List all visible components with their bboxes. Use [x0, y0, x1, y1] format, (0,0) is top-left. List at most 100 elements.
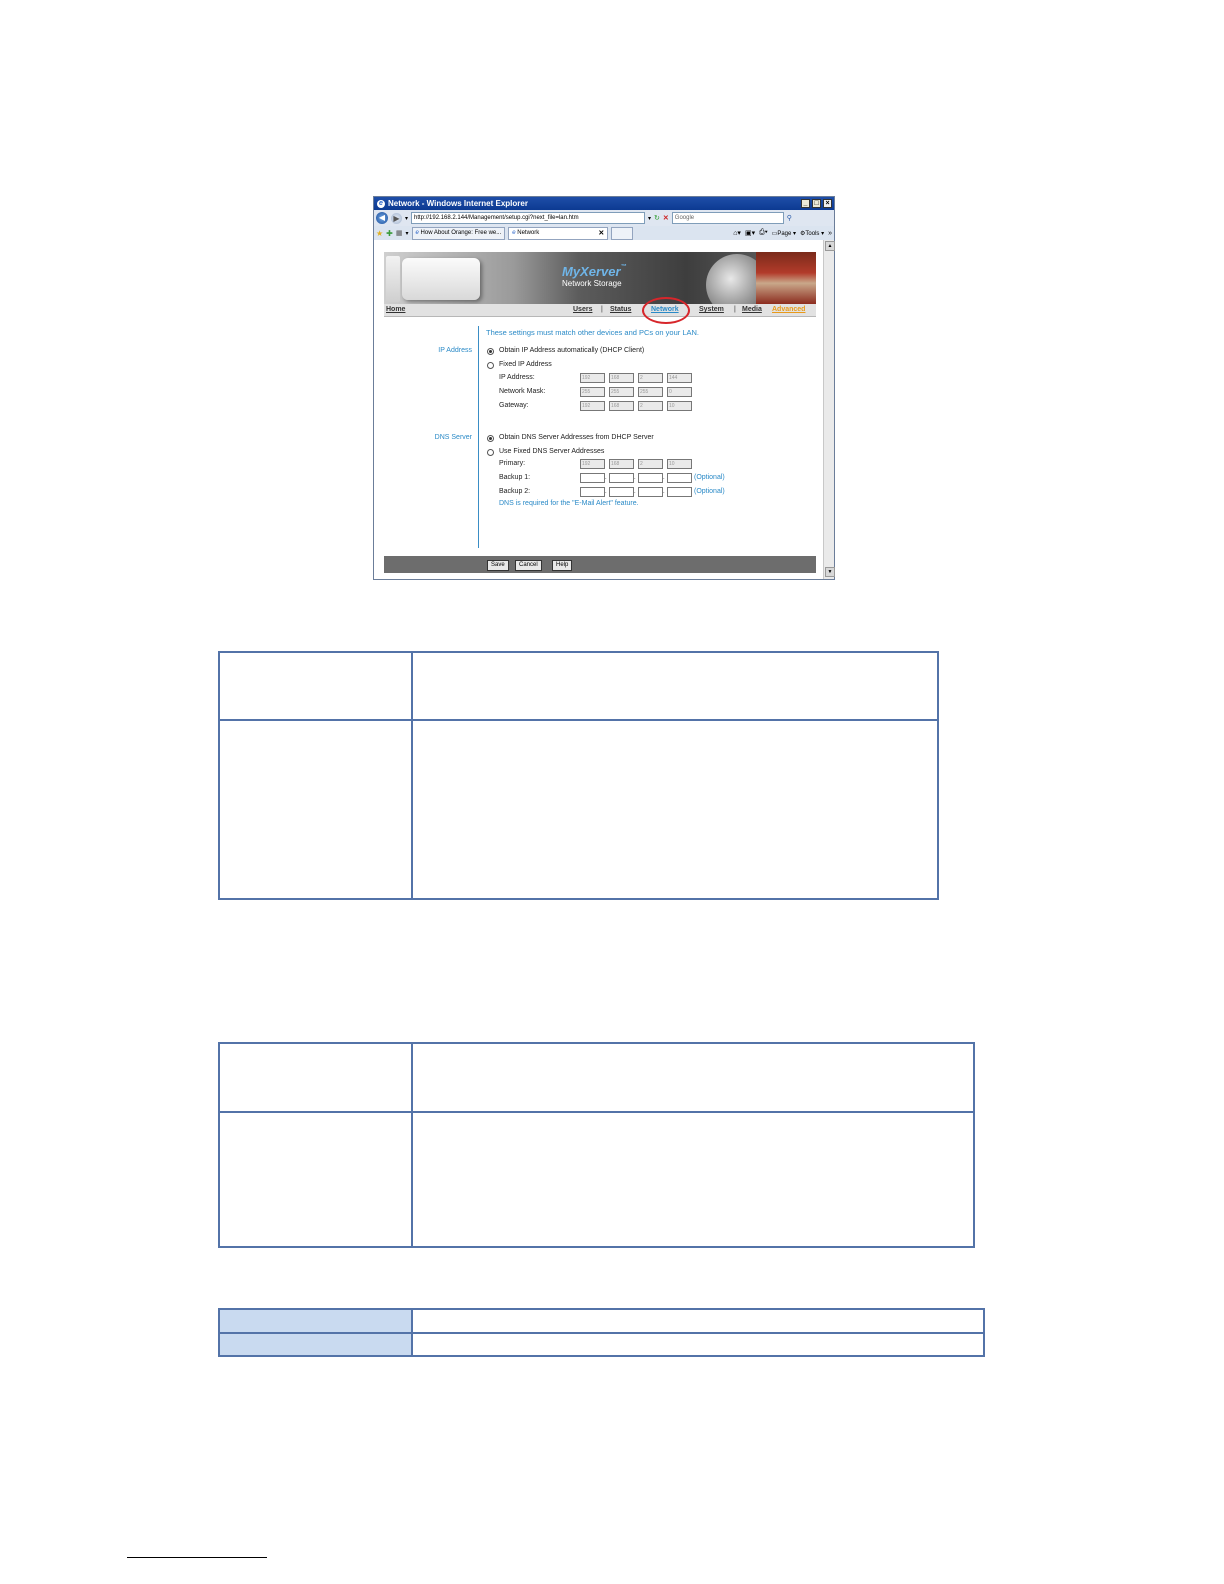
doc-table-2: [218, 1042, 975, 1248]
device-side-image: [386, 256, 400, 302]
tab-network[interactable]: e Network ✕: [508, 226, 609, 240]
octet-dot: .: [634, 475, 636, 481]
nav-users[interactable]: Users: [573, 306, 592, 313]
command-bar: ⌂▾ ▣▾ ⎙▾ ▭Page ▾ ⚙Tools ▾ »: [733, 229, 832, 237]
search-input[interactable]: Google: [671, 212, 784, 224]
ie-logo-icon: e: [377, 199, 385, 208]
title-bar: e Network - Windows Internet Explorer _ …: [374, 197, 834, 210]
footnote-rule: [127, 1557, 267, 1558]
refresh-icon[interactable]: ↻: [654, 214, 660, 222]
ip-fixed-label: Fixed IP Address: [499, 361, 552, 368]
backup1-dns-octet-3[interactable]: [638, 473, 663, 483]
tab-list-icon[interactable]: ▾: [406, 230, 409, 237]
browser-window: e Network - Windows Internet Explorer _ …: [373, 196, 835, 580]
backup1-dns-octet-1[interactable]: [580, 473, 605, 483]
nav-system[interactable]: System: [699, 306, 724, 313]
backup2-dns-octet-2[interactable]: [609, 487, 634, 497]
nav-media[interactable]: Media: [742, 306, 762, 313]
ip-auto-label: Obtain IP Address automatically (DHCP Cl…: [499, 347, 645, 354]
quick-tabs-icon[interactable]: ▦: [396, 229, 403, 237]
backup1-dns-octet-4[interactable]: [667, 473, 692, 483]
ip-address-section-label: IP Address: [438, 347, 472, 354]
scroll-up-icon[interactable]: ▲: [825, 241, 835, 251]
help-button[interactable]: Help: [552, 560, 573, 571]
nav-menu: Home Users | Status Network System | Med…: [384, 304, 816, 317]
primary-dns-octet-3[interactable]: 2: [638, 459, 663, 469]
brand-tm: ™: [620, 264, 627, 270]
ip-octet-3[interactable]: 2: [638, 373, 663, 383]
primary-dns-octet-2[interactable]: 168: [609, 459, 634, 469]
table-cell: [411, 1308, 985, 1334]
page-menu[interactable]: ▭Page ▾: [772, 230, 796, 237]
highlight-circle: [642, 297, 690, 324]
ip-octet-2[interactable]: 168: [609, 373, 634, 383]
home-icon[interactable]: ⌂▾: [733, 229, 741, 237]
nas-device-image: [402, 258, 480, 300]
backup1-dns-octet-2[interactable]: [609, 473, 634, 483]
chevron-more-icon[interactable]: »: [828, 230, 832, 237]
backup1-dns-label: Backup 1:: [499, 474, 531, 481]
gateway-octet-4[interactable]: 10: [667, 401, 692, 411]
gateway-octet-3[interactable]: 2: [638, 401, 663, 411]
dns-fixed-radio[interactable]: [487, 449, 494, 456]
backup2-dns-octet-1[interactable]: [580, 487, 605, 497]
cancel-button[interactable]: Cancel: [515, 560, 542, 571]
backup2-dns-octet-4[interactable]: [667, 487, 692, 497]
nav-status[interactable]: Status: [610, 306, 631, 313]
stop-icon[interactable]: ✕: [663, 214, 669, 222]
primary-dns-octet-1[interactable]: 192: [580, 459, 605, 469]
close-window-button[interactable]: ×: [823, 199, 832, 208]
tab-network-label: Network: [517, 229, 540, 236]
doc-table-1: [218, 651, 939, 900]
close-tab-icon[interactable]: ✕: [598, 228, 604, 239]
ip-auto-radio[interactable]: [487, 348, 494, 355]
print-icon[interactable]: ⎙▾: [759, 229, 768, 237]
footer-button-bar: Save Cancel Help: [384, 556, 816, 573]
ip-field-label: IP Address:: [499, 374, 535, 381]
url-field[interactable]: http://192.168.2.144/Management/setup.cg…: [411, 212, 646, 224]
ip-fixed-radio[interactable]: [487, 362, 494, 369]
dns-server-section-label: DNS Server: [434, 434, 472, 441]
nav-separator: |: [734, 306, 736, 313]
intro-text: These settings must match other devices …: [486, 328, 700, 337]
mask-octet-1[interactable]: 255: [580, 387, 605, 397]
octet-dot: .: [605, 489, 607, 495]
back-arrow-icon[interactable]: ◀: [376, 212, 388, 224]
nav-advanced[interactable]: Advanced: [772, 306, 805, 313]
maximize-button[interactable]: □: [812, 199, 821, 208]
dns-auto-radio[interactable]: [487, 435, 494, 442]
search-icon[interactable]: ⚲: [787, 214, 792, 222]
feeds-icon[interactable]: ▣▾: [745, 229, 755, 237]
table-cell: [218, 1042, 413, 1113]
mask-octet-3[interactable]: 255: [638, 387, 663, 397]
mask-octet-2[interactable]: 255: [609, 387, 634, 397]
new-tab-button[interactable]: [611, 226, 634, 240]
ip-octet-4[interactable]: 144: [667, 373, 692, 383]
mask-octet-4[interactable]: 0: [667, 387, 692, 397]
tools-menu-label: Tools ▾: [805, 230, 825, 237]
scroll-down-icon[interactable]: ▼: [825, 567, 835, 577]
minimize-button[interactable]: _: [801, 199, 810, 208]
page-viewport: MyXerver™ Network Storage Home Users | S…: [374, 240, 835, 579]
tools-menu[interactable]: ⚙Tools ▾: [800, 230, 824, 237]
nav-home[interactable]: Home: [386, 306, 405, 313]
backup2-dns-octet-3[interactable]: [638, 487, 663, 497]
favorites-star-icon[interactable]: ★: [376, 229, 383, 238]
window-title: Network - Windows Internet Explorer: [388, 199, 528, 208]
ie-page-icon: e: [415, 229, 419, 236]
forward-arrow-icon[interactable]: ▶: [391, 212, 402, 224]
add-favorites-icon[interactable]: ✚: [386, 229, 393, 238]
save-button[interactable]: Save: [487, 560, 509, 571]
gateway-octet-1[interactable]: 192: [580, 401, 605, 411]
ip-octet-1[interactable]: 192: [580, 373, 605, 383]
primary-dns-octet-4[interactable]: 10: [667, 459, 692, 469]
history-dropdown-icon[interactable]: ▾: [405, 215, 408, 222]
url-dropdown-icon[interactable]: ▾: [648, 215, 651, 222]
tab-orange[interactable]: e How About Orange: Free we...: [411, 226, 506, 240]
gateway-octet-2[interactable]: 168: [609, 401, 634, 411]
vertical-scrollbar[interactable]: ▲ ▼: [823, 240, 835, 579]
page-menu-label: Page ▾: [777, 230, 797, 237]
dns-auto-label: Obtain DNS Server Addresses from DHCP Se…: [499, 434, 654, 441]
brand-name: MyXerver: [562, 264, 621, 279]
backup2-dns-label: Backup 2:: [499, 488, 531, 495]
